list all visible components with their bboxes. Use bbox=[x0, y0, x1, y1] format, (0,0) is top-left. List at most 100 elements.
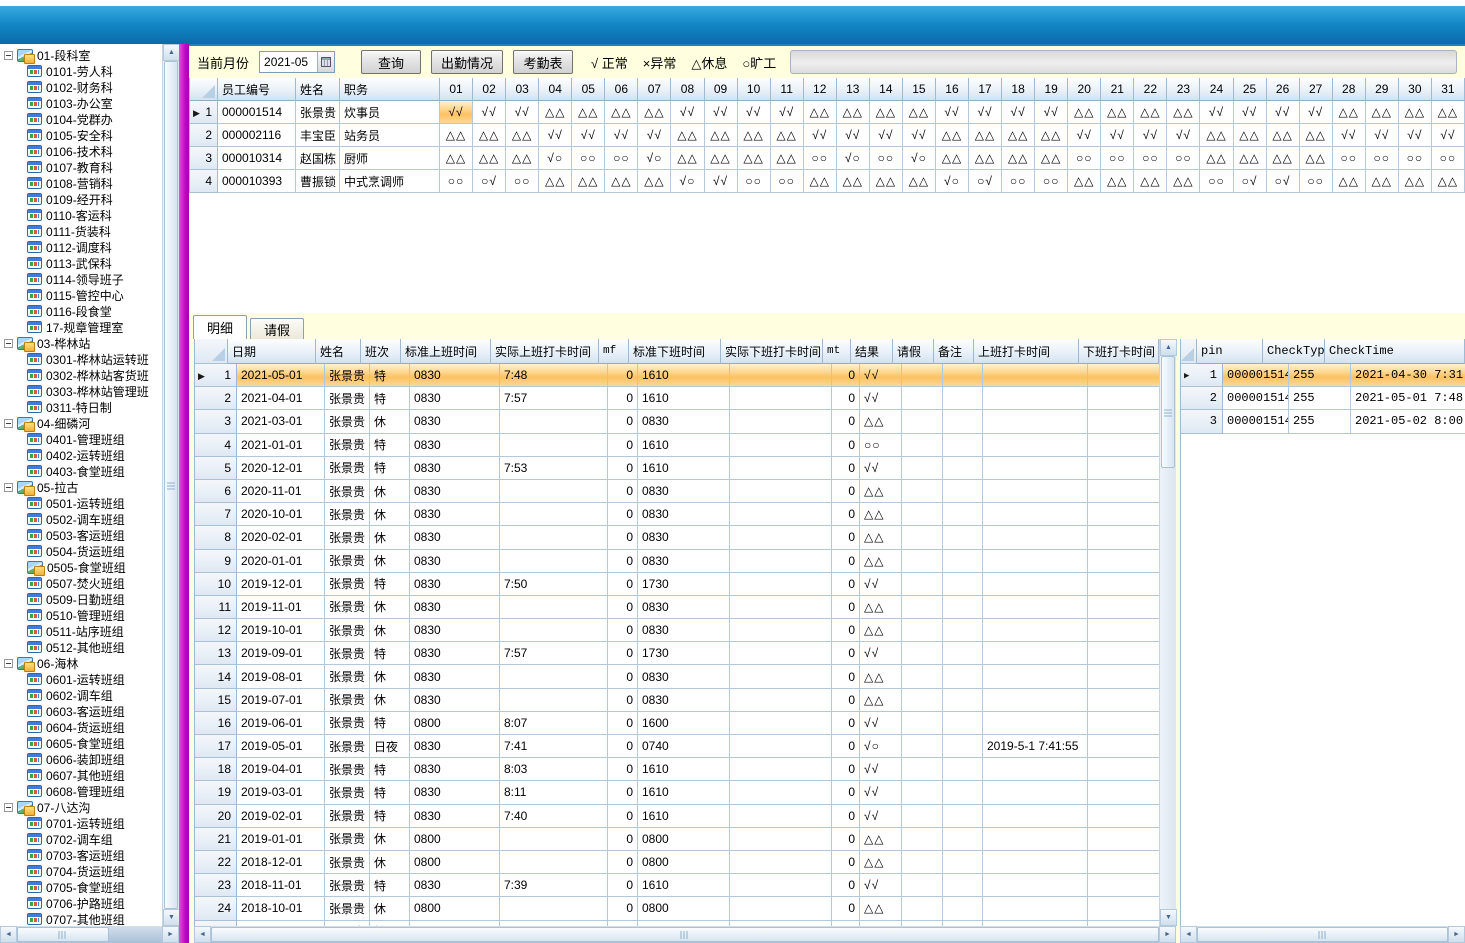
day-cell[interactable]: △△ bbox=[605, 101, 638, 124]
date-cell[interactable]: 2019-03-01 bbox=[237, 781, 325, 804]
result-cell[interactable]: √√ bbox=[860, 364, 902, 387]
tree-item[interactable]: 0109-经开科 bbox=[3, 191, 162, 207]
day-cell[interactable]: △△ bbox=[738, 147, 771, 170]
collapse-toggle-icon[interactable] bbox=[4, 659, 13, 668]
name-cell[interactable]: 张景贵 bbox=[325, 689, 370, 712]
collapse-toggle-icon[interactable] bbox=[4, 483, 13, 492]
mf-cell[interactable]: 0 bbox=[608, 480, 638, 503]
note-cell[interactable] bbox=[943, 735, 983, 758]
name-cell[interactable]: 张景贵 bbox=[325, 735, 370, 758]
std_in-cell[interactable]: 0830 bbox=[410, 410, 500, 433]
check_out-cell[interactable] bbox=[1088, 689, 1159, 712]
name-cell[interactable]: 张景贵 bbox=[325, 550, 370, 573]
shift-cell[interactable]: 休 bbox=[370, 410, 410, 433]
detail-row[interactable]: 82020-02-01张景贵休0830008300△△ bbox=[195, 526, 1159, 549]
act_in-cell[interactable]: 8:03 bbox=[500, 758, 608, 781]
shift-cell[interactable]: 特 bbox=[370, 642, 410, 665]
column-header-title[interactable]: 职务 bbox=[340, 78, 440, 101]
mf-cell[interactable]: 0 bbox=[608, 573, 638, 596]
shift-cell[interactable]: 特 bbox=[370, 758, 410, 781]
attendance-row[interactable]: 2000002116丰宝臣站务员△△△△△△√√√√√√√√△△△△△△△△√√… bbox=[190, 124, 1465, 147]
tree-item[interactable]: 0103-办公室 bbox=[3, 95, 162, 111]
check_in-cell[interactable] bbox=[983, 758, 1088, 781]
act_in-cell[interactable] bbox=[500, 665, 608, 688]
leave-cell[interactable] bbox=[902, 364, 943, 387]
row-selector[interactable]: 20 bbox=[195, 805, 237, 828]
tree-item[interactable]: 0512-其他班组 bbox=[3, 639, 162, 655]
leave-cell[interactable] bbox=[902, 596, 943, 619]
check_in-cell[interactable] bbox=[983, 689, 1088, 712]
row-selector[interactable]: 3 bbox=[1181, 410, 1223, 433]
row-selector[interactable]: 23 bbox=[195, 874, 237, 897]
day-cell[interactable]: △△ bbox=[1134, 101, 1167, 124]
note-cell[interactable] bbox=[943, 434, 983, 457]
row-selector[interactable]: 24 bbox=[195, 897, 237, 920]
day-column-header[interactable]: 08 bbox=[671, 78, 704, 101]
scroll-up-button[interactable]: ▲ bbox=[1160, 339, 1177, 356]
note-cell[interactable] bbox=[943, 712, 983, 735]
std_out-cell[interactable]: 1610 bbox=[638, 457, 730, 480]
result-cell[interactable]: △△ bbox=[860, 503, 902, 526]
mt-cell[interactable]: 0 bbox=[832, 758, 860, 781]
note-cell[interactable] bbox=[943, 828, 983, 851]
std_out-cell[interactable]: 1610 bbox=[638, 805, 730, 828]
day-cell[interactable]: √√ bbox=[936, 101, 969, 124]
mt-cell[interactable]: 0 bbox=[832, 457, 860, 480]
day-cell[interactable]: √√ bbox=[1267, 101, 1300, 124]
scrollbar-thumb[interactable] bbox=[164, 61, 178, 909]
result-cell[interactable]: √○ bbox=[860, 735, 902, 758]
act_out-cell[interactable] bbox=[730, 410, 832, 433]
detail-row[interactable]: 152019-07-01张景贵休0830008300△△ bbox=[195, 689, 1159, 712]
attendance-row[interactable]: 3000010314赵国栋厨师△△△△△△√○○○○○√○△△△△△△△△○○√… bbox=[190, 147, 1465, 170]
mf-cell[interactable]: 0 bbox=[608, 387, 638, 410]
tree-item[interactable]: 0113-武保科 bbox=[3, 255, 162, 271]
row-selector[interactable]: 6 bbox=[195, 480, 237, 503]
day-column-header[interactable]: 21 bbox=[1101, 78, 1134, 101]
check_in-cell[interactable]: 2019-5-1 7:41:55 bbox=[983, 735, 1088, 758]
day-column-header[interactable]: 12 bbox=[804, 78, 837, 101]
day-cell[interactable]: √○ bbox=[671, 170, 704, 193]
tree-vertical-scrollbar[interactable]: ▲ ▼ bbox=[162, 44, 179, 926]
std_out-cell[interactable]: 0830 bbox=[638, 526, 730, 549]
mf-cell[interactable]: 0 bbox=[608, 503, 638, 526]
mt-cell[interactable]: 0 bbox=[832, 573, 860, 596]
detail-row[interactable]: 22021-04-01张景贵特08307:57016100√√ bbox=[195, 387, 1159, 410]
tree-item[interactable]: 0302-桦林站客货班 bbox=[3, 367, 162, 383]
result-cell[interactable]: ○○ bbox=[860, 434, 902, 457]
day-cell[interactable]: △△ bbox=[440, 124, 473, 147]
day-cell[interactable]: ○○ bbox=[506, 170, 539, 193]
detail-row[interactable]: 172019-05-01张景贵日夜08307:41007400√○2019-5-… bbox=[195, 735, 1159, 758]
day-column-header[interactable]: 03 bbox=[506, 78, 539, 101]
mf-cell[interactable]: 0 bbox=[608, 457, 638, 480]
std_in-cell[interactable]: 0830 bbox=[410, 781, 500, 804]
mt-cell[interactable]: 0 bbox=[832, 642, 860, 665]
tree-item[interactable]: 0110-客运科 bbox=[3, 207, 162, 223]
check_in-cell[interactable] bbox=[983, 573, 1088, 596]
name-cell[interactable]: 张景贵 bbox=[325, 851, 370, 874]
select-all-corner[interactable] bbox=[190, 78, 218, 101]
check_out-cell[interactable] bbox=[1088, 457, 1159, 480]
employee-name-cell[interactable]: 赵国栋 bbox=[296, 147, 340, 170]
std_in-cell[interactable]: 0830 bbox=[410, 735, 500, 758]
tree-item[interactable]: 0111-货装科 bbox=[3, 223, 162, 239]
detail-row[interactable]: 132019-09-01张景贵特08307:57017300√√ bbox=[195, 642, 1159, 665]
result-cell[interactable]: △△ bbox=[860, 550, 902, 573]
act_in-cell[interactable]: 7:57 bbox=[500, 642, 608, 665]
result-cell[interactable]: △△ bbox=[860, 665, 902, 688]
leave-cell[interactable] bbox=[902, 434, 943, 457]
check_in-cell[interactable] bbox=[983, 364, 1088, 387]
day-cell[interactable]: ○○ bbox=[1035, 170, 1068, 193]
check_out-cell[interactable] bbox=[1088, 642, 1159, 665]
std_out-cell[interactable]: 1610 bbox=[638, 781, 730, 804]
mf-cell[interactable]: 0 bbox=[608, 874, 638, 897]
note-cell[interactable] bbox=[943, 410, 983, 433]
type-cell[interactable]: 255 bbox=[1289, 387, 1351, 410]
row-selector[interactable]: 1 bbox=[190, 101, 218, 124]
day-cell[interactable]: √√ bbox=[572, 124, 605, 147]
tree-item[interactable]: 0704-货运班组 bbox=[3, 863, 162, 879]
result-cell[interactable]: △△ bbox=[860, 897, 902, 920]
date-cell[interactable]: 2021-05-01 bbox=[237, 364, 325, 387]
note-cell[interactable] bbox=[943, 480, 983, 503]
check_in-cell[interactable] bbox=[983, 526, 1088, 549]
day-cell[interactable]: √√ bbox=[771, 101, 804, 124]
